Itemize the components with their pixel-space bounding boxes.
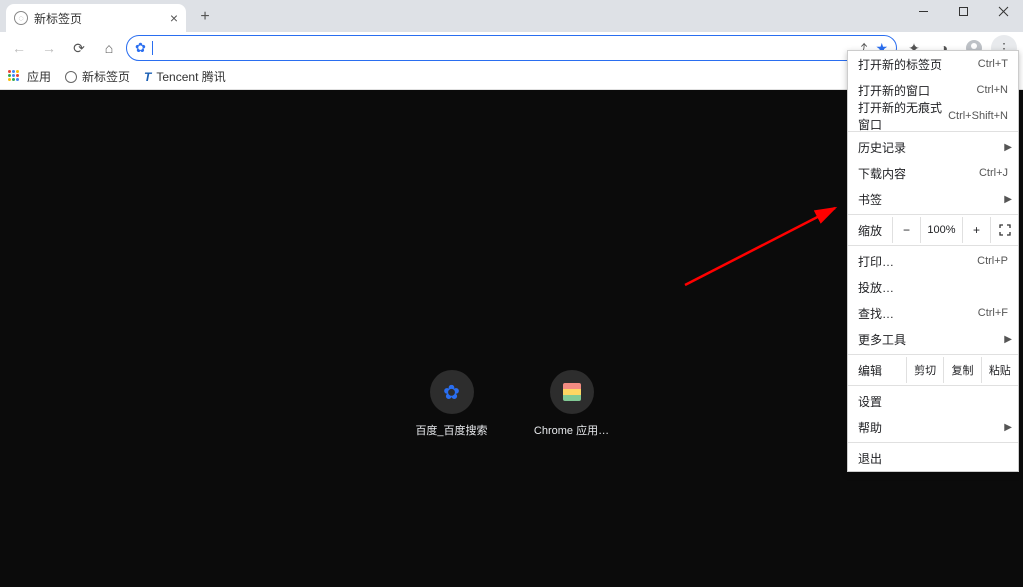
window-close-button[interactable] [983, 0, 1023, 22]
menu-zoom: 缩放 − 100% + [848, 217, 1018, 243]
zoom-in-button[interactable]: + [962, 217, 990, 243]
menu-find[interactable]: 查找…Ctrl+F [848, 300, 1018, 326]
menu-cast[interactable]: 投放… [848, 274, 1018, 300]
nav-back-button[interactable]: ← [6, 35, 32, 61]
chevron-right-icon: ▶ [1004, 194, 1012, 205]
omnibox[interactable]: ✿ ⤴ ★ [126, 35, 897, 61]
zoom-label: 缩放 [858, 222, 892, 239]
shortcut-chrome-store[interactable]: Chrome 应用… [532, 370, 612, 438]
edit-label: 编辑 [858, 362, 906, 379]
nav-home-button[interactable]: ⌂ [96, 35, 122, 61]
menu-incognito[interactable]: 打开新的无痕式窗口Ctrl+Shift+N [848, 103, 1018, 129]
shortcut-label: 百度_百度搜索 [415, 422, 487, 438]
menu-history[interactable]: 历史记录▶ [848, 134, 1018, 160]
globe-icon [65, 71, 77, 83]
nav-reload-button[interactable]: ⟳ [66, 35, 92, 61]
menu-settings[interactable]: 设置 [848, 388, 1018, 414]
menu-print[interactable]: 打印…Ctrl+P [848, 248, 1018, 274]
menu-help[interactable]: 帮助▶ [848, 414, 1018, 440]
tab-title: 新标签页 [34, 10, 82, 27]
bookmark-label: 新标签页 [82, 68, 130, 85]
address-input[interactable] [153, 41, 849, 56]
globe-icon: ◌ [14, 11, 28, 25]
menu-edit-row: 编辑 剪切 复制 粘贴 [848, 357, 1018, 383]
zoom-out-button[interactable]: − [892, 217, 920, 243]
bookmarks-apps-label: 应用 [27, 68, 51, 85]
menu-more-tools[interactable]: 更多工具▶ [848, 326, 1018, 352]
bookmark-label: Tencent 腾讯 [156, 68, 225, 85]
new-tab-button[interactable]: + [192, 4, 218, 30]
bookmark-item-newtab[interactable]: 新标签页 [65, 68, 130, 85]
bookmarks-apps[interactable]: 应用 [8, 68, 51, 85]
chevron-right-icon: ▶ [1004, 142, 1012, 153]
apps-grid-icon [8, 70, 22, 84]
menu-new-tab[interactable]: 打开新的标签页Ctrl+T [848, 51, 1018, 77]
window-maximize-button[interactable] [943, 0, 983, 22]
menu-exit[interactable]: 退出 [848, 445, 1018, 471]
nav-forward-button[interactable]: → [36, 35, 62, 61]
site-info-icon[interactable]: ✿ [135, 40, 146, 56]
window-minimize-button[interactable] [903, 0, 943, 22]
tabstrip: ◌ 新标签页 × + [0, 0, 1023, 32]
baidu-icon: ✿ [443, 380, 460, 405]
chevron-right-icon: ▶ [1004, 422, 1012, 433]
menu-downloads[interactable]: 下载内容Ctrl+J [848, 160, 1018, 186]
chrome-store-icon [563, 383, 581, 401]
menu-paste[interactable]: 粘贴 [981, 357, 1018, 383]
zoom-value: 100% [920, 217, 962, 243]
bookmark-item-tencent[interactable]: T Tencent 腾讯 [144, 68, 226, 85]
tencent-icon: T [144, 70, 151, 84]
menu-cut[interactable]: 剪切 [906, 357, 943, 383]
chevron-right-icon: ▶ [1004, 334, 1012, 345]
tab-active[interactable]: ◌ 新标签页 × [6, 4, 186, 32]
shortcut-label: Chrome 应用… [534, 422, 609, 438]
shortcut-baidu[interactable]: ✿ 百度_百度搜索 [412, 370, 492, 438]
fullscreen-button[interactable] [990, 217, 1018, 243]
tab-close-icon[interactable]: × [170, 10, 178, 26]
menu-bookmarks[interactable]: 书签▶ [848, 186, 1018, 212]
menu-copy[interactable]: 复制 [943, 357, 980, 383]
chrome-menu: 打开新的标签页Ctrl+T 打开新的窗口Ctrl+N 打开新的无痕式窗口Ctrl… [847, 50, 1019, 472]
